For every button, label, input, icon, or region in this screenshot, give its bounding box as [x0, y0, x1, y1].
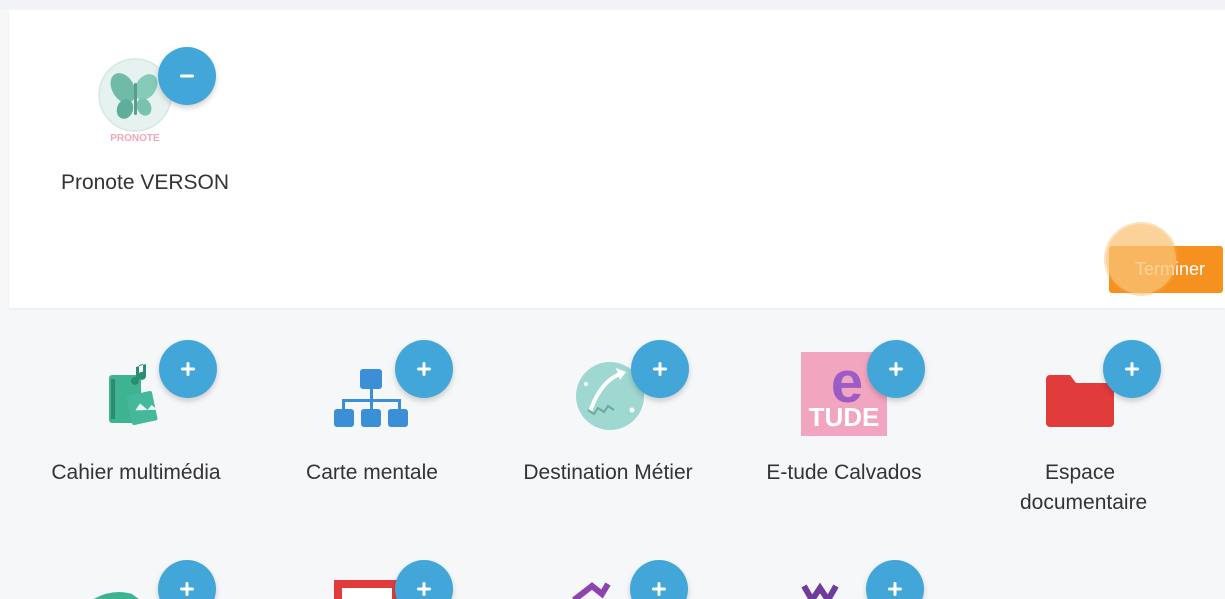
minus-icon [180, 74, 194, 78]
app-label: Pronote VERSON [60, 171, 230, 194]
plus-icon [417, 362, 431, 376]
app-tile-cahier-multimedia[interactable]: Cahier multimédia [36, 340, 236, 525]
app-tile-partial-2[interactable] [330, 560, 460, 599]
app-tile-pronote[interactable]: PRONOTE Pronote VERSON [45, 47, 245, 205]
app-label: E-tude Calvados [766, 461, 922, 484]
app-tile-e-tude-calvados[interactable]: e TUDE E-tude Calvados [744, 340, 944, 525]
app-tile-partial-3[interactable] [570, 560, 700, 599]
svg-text:TUDE: TUDE [809, 402, 880, 432]
add-app-button[interactable] [1103, 340, 1161, 398]
plus-icon [889, 362, 903, 376]
plus-icon [1125, 362, 1139, 376]
add-app-button[interactable] [395, 340, 453, 398]
app-tile-carte-mentale[interactable]: Carte mentale [272, 340, 472, 525]
selected-apps-panel: PRONOTE Pronote VERSON [9, 10, 1225, 308]
app-label: Espace documentaire [1020, 461, 1148, 514]
plus-icon [653, 362, 667, 376]
app-label: Carte mentale [306, 461, 438, 484]
plus-icon [417, 582, 431, 596]
remove-app-button[interactable] [158, 47, 216, 105]
app-tile-partial-1[interactable] [90, 560, 220, 599]
add-app-button[interactable] [631, 340, 689, 398]
app-tile-partial-4[interactable] [800, 560, 930, 599]
plus-icon [181, 362, 195, 376]
top-divider [0, 0, 1225, 9]
plus-icon [180, 582, 194, 596]
app-label: Destination Métier [523, 461, 693, 484]
add-app-button[interactable] [867, 340, 925, 398]
app-tile-espace-documentaire[interactable]: Espace documentaire [980, 340, 1180, 525]
plus-icon [652, 582, 666, 596]
add-app-button[interactable] [159, 340, 217, 398]
finish-button[interactable]: Terminer [1109, 246, 1223, 293]
svg-text:PRONOTE: PRONOTE [110, 133, 160, 144]
app-label: Cahier multimédia [51, 461, 221, 484]
app-tile-destination-metier[interactable]: Destination Métier [508, 340, 708, 525]
plus-icon [888, 582, 902, 596]
